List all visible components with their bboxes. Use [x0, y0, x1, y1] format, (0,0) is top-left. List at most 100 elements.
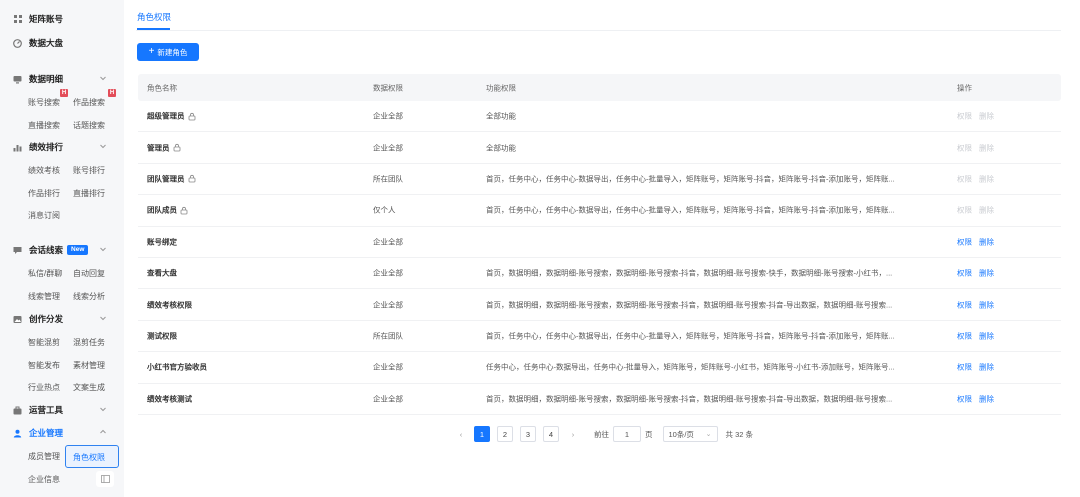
page-1[interactable]: 1: [474, 426, 490, 442]
sub-row: 行业热点 文案生成: [0, 376, 118, 399]
permission-link[interactable]: 权限: [957, 142, 972, 153]
sidebar-item-performance-review[interactable]: 绩效考核: [28, 165, 73, 176]
toolbox-icon: [13, 406, 22, 415]
sub-row: 成员管理: [0, 445, 73, 468]
sidebar-item-role-permission[interactable]: 角色权限: [65, 445, 119, 468]
tab-underline: [137, 28, 170, 30]
row-actions: 权限 删除: [957, 205, 994, 216]
chevron-down-icon: [100, 247, 106, 252]
page-3[interactable]: 3: [520, 426, 536, 442]
sidebar-item-copy-generation[interactable]: 文案生成: [73, 382, 118, 393]
delete-link[interactable]: 删除: [979, 299, 994, 310]
sidebar-item-live-search[interactable]: 直播搜索: [28, 120, 73, 131]
goto-label: 前往: [594, 429, 609, 439]
lock-icon: [180, 206, 188, 215]
page-4[interactable]: 4: [543, 426, 559, 442]
sidebar-item-smart-remix[interactable]: 智能混剪: [28, 337, 73, 348]
nav-leads-label: 会话线索: [29, 245, 64, 255]
sub-row: 私信/群聊 自动回复: [0, 262, 118, 285]
row-actions: 权限 删除: [957, 299, 994, 310]
page-size-select[interactable]: 10条/页 ⌄: [662, 426, 718, 442]
nav-enterprise[interactable]: 企业管理: [0, 422, 124, 444]
nav-ops-tools[interactable]: 运营工具: [0, 399, 124, 421]
sidebar-item-work-ranking[interactable]: 作品排行: [28, 188, 73, 199]
page-2[interactable]: 2: [497, 426, 513, 442]
nav-data-detail[interactable]: 数据明细: [0, 68, 124, 90]
image-icon: [13, 315, 22, 324]
nav-performance[interactable]: 绩效排行: [0, 136, 124, 158]
sidebar-item-lead-management[interactable]: 线索管理: [28, 291, 73, 302]
column-header-name: 角色名称: [147, 83, 177, 92]
delete-link[interactable]: 删除: [979, 268, 994, 279]
sidebar-item-industry-hotspot[interactable]: 行业热点: [28, 382, 73, 393]
next-page-icon[interactable]: ›: [566, 430, 580, 439]
sidebar-item-live-ranking[interactable]: 直播排行: [73, 188, 118, 199]
nav-leads[interactable]: 会话线索 New: [0, 239, 124, 261]
sidebar-item-account-ranking[interactable]: 账号排行: [73, 165, 118, 176]
sidebar-item-account-search[interactable]: 账号搜索 H: [28, 89, 73, 108]
sidebar-item-lead-analysis[interactable]: 线索分析: [73, 291, 118, 302]
delete-link[interactable]: 删除: [979, 236, 994, 247]
table-row: 账号绑定 企业全部 权限 删除: [138, 227, 1061, 258]
data-permission: 企业全部: [373, 268, 403, 278]
data-permission: 所在团队: [373, 174, 403, 184]
permission-link[interactable]: 权限: [957, 111, 972, 122]
sidebar-item-work-search[interactable]: 作品搜索 H: [73, 89, 118, 108]
goto-page-input[interactable]: 1: [613, 426, 641, 442]
role-name-cell: 绩效考核测试: [147, 393, 192, 404]
role-name: 账号绑定: [147, 237, 177, 247]
permission-link[interactable]: 权限: [957, 205, 972, 216]
delete-link[interactable]: 删除: [979, 362, 994, 373]
permission-link[interactable]: 权限: [957, 330, 972, 341]
role-name: 团队管理员: [147, 174, 185, 184]
collapse-sidebar-button[interactable]: [96, 471, 114, 487]
sidebar-item-label: 角色权限: [73, 453, 105, 462]
tab-role-permission[interactable]: 角色权限: [137, 11, 171, 23]
sub-row: 作品排行 直播排行: [0, 182, 118, 205]
permission-link[interactable]: 权限: [957, 362, 972, 373]
chevron-down-icon: [100, 76, 106, 81]
delete-link[interactable]: 删除: [979, 393, 994, 404]
permission-link[interactable]: 权限: [957, 268, 972, 279]
delete-link[interactable]: 删除: [979, 330, 994, 341]
role-name: 超级管理员: [147, 111, 185, 121]
sidebar-item-auto-reply[interactable]: 自动回复: [73, 268, 118, 279]
sidebar-item-topic-search[interactable]: 话题搜索: [73, 120, 118, 131]
permission-link[interactable]: 权限: [957, 393, 972, 404]
row-actions: 权限 删除: [957, 330, 994, 341]
table-row: 超级管理员 企业全部 全部功能 权限 删除: [138, 101, 1061, 133]
sidebar-item-remix-task[interactable]: 混剪任务: [73, 337, 118, 348]
sidebar-item-material-management[interactable]: 素材管理: [73, 360, 118, 371]
role-name-cell: 绩效考核权限: [147, 299, 192, 310]
nav-matrix-account[interactable]: 矩阵账号: [0, 8, 63, 30]
column-header-data: 数据权限: [373, 83, 403, 92]
pagination: ‹ 1 2 3 4 › 前往 1 页 10条/页 ⌄ 共 32 条: [454, 426, 753, 442]
sidebar-item-enterprise-info[interactable]: 企业信息: [28, 474, 73, 485]
hot-badge: H: [60, 89, 68, 97]
new-role-button[interactable]: + 新建角色: [137, 43, 199, 61]
chevron-up-icon: [100, 429, 106, 434]
permission-link[interactable]: 权限: [957, 173, 972, 184]
table-row: 绩效考核权限 企业全部 首页，数据明细，数据明细-账号搜索，数据明细-账号搜索-抖音…: [138, 289, 1061, 321]
nav-dashboard[interactable]: 数据大盘: [0, 32, 63, 54]
table-row: 团队成员 仅个人 首页，任务中心，任务中心-数据导出，任务中心-批量导入，矩阵账号，…: [138, 195, 1061, 227]
delete-link[interactable]: 删除: [979, 173, 994, 184]
delete-link[interactable]: 删除: [979, 111, 994, 122]
function-permission: 任务中心，任务中心-数据导出，任务中心-批量导入，矩阵账号，矩阵账号-小红书，矩…: [486, 362, 895, 372]
sidebar-item-private-message[interactable]: 私信/群聊: [28, 268, 73, 279]
function-permission: 首页，数据明细，数据明细-账号搜索，数据明细-账号搜索-抖音，数据明细-账号搜索…: [486, 300, 893, 310]
role-name-cell: 团队成员: [147, 205, 188, 216]
lock-icon: [173, 144, 181, 152]
nav-creation[interactable]: 创作分发: [0, 308, 124, 330]
sidebar-item-message-subscription[interactable]: 消息订阅: [28, 210, 73, 221]
table-row: 查看大盘 企业全部 首页，数据明细，数据明细-账号搜索，数据明细-账号搜索-抖音，数…: [138, 258, 1061, 290]
delete-link[interactable]: 删除: [979, 205, 994, 216]
prev-page-icon[interactable]: ‹: [454, 430, 468, 439]
permission-link[interactable]: 权限: [957, 236, 972, 247]
permission-link[interactable]: 权限: [957, 299, 972, 310]
delete-link[interactable]: 删除: [979, 142, 994, 153]
sidebar-item-smart-publish[interactable]: 智能发布: [28, 360, 73, 371]
bar-chart-icon: [13, 143, 22, 152]
role-name: 小红书官方验收员: [147, 362, 207, 372]
data-permission: 企业全部: [373, 300, 403, 310]
